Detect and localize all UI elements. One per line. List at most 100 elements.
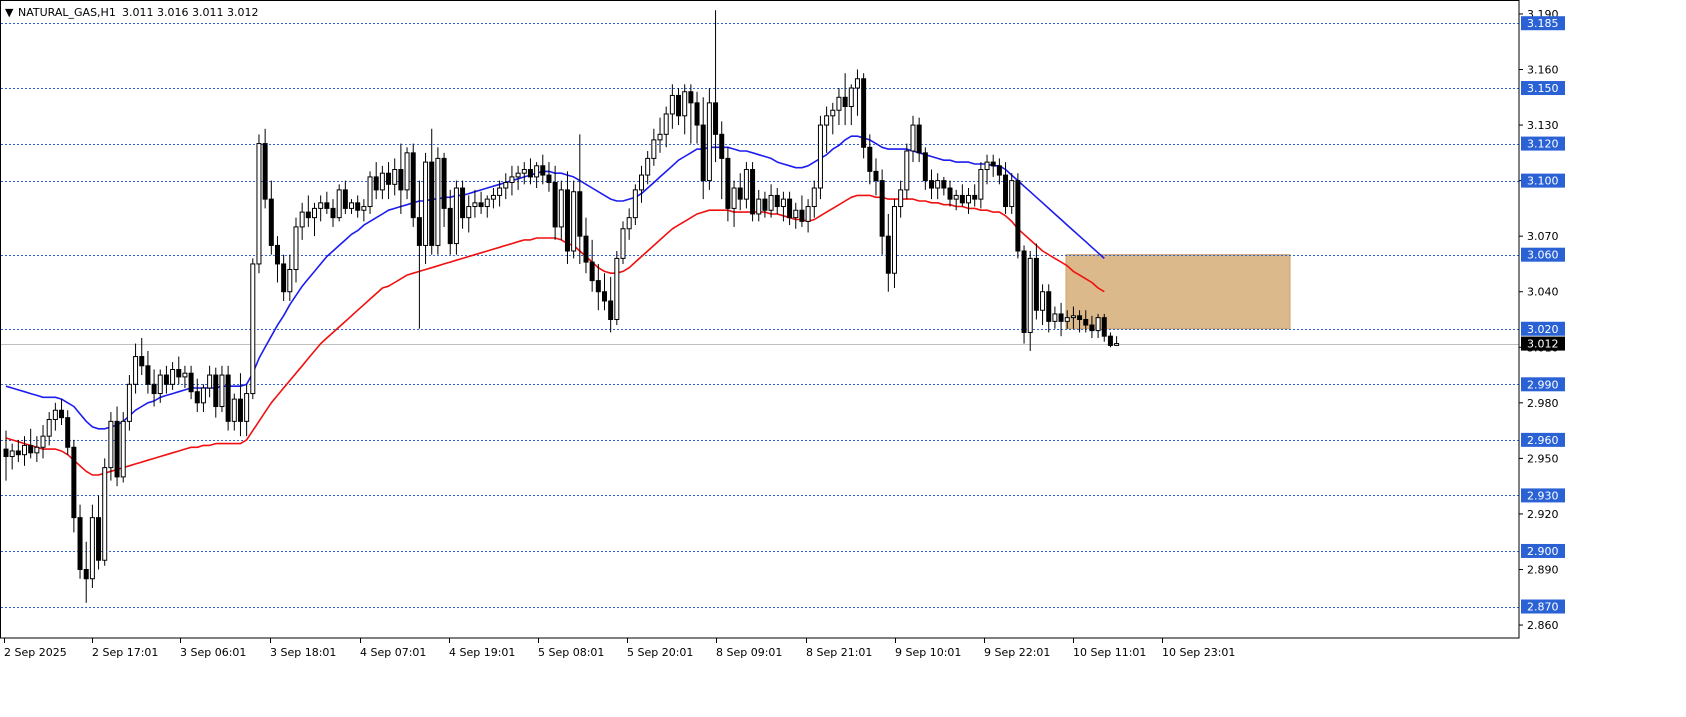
candle-body xyxy=(614,257,620,321)
level-label-text: 3.185 xyxy=(1527,17,1559,30)
candle-body xyxy=(497,187,503,196)
x-tick-label: 5 Sep 20:01 xyxy=(627,646,693,659)
candle-body xyxy=(898,189,904,208)
candle-body xyxy=(861,78,867,148)
level-label: 2.960 xyxy=(1521,432,1565,447)
candle xyxy=(410,143,416,227)
candle-body xyxy=(96,517,102,561)
candle-body xyxy=(626,217,632,230)
candle-body xyxy=(1033,257,1039,311)
x-tick-label: 3 Sep 18:01 xyxy=(270,646,336,659)
candle-body xyxy=(410,152,416,219)
candle-body xyxy=(1027,257,1033,333)
x-tick-label: 2 Sep 2025 xyxy=(4,646,67,659)
candle-body xyxy=(916,124,922,154)
candle xyxy=(817,115,823,200)
collapse-arrow-icon[interactable]: ▼ xyxy=(5,6,14,19)
candle-body xyxy=(361,206,367,211)
candle-body xyxy=(639,174,645,191)
candle-body xyxy=(527,169,533,178)
candle-body xyxy=(719,133,725,159)
candle-body xyxy=(620,228,626,259)
candle-body xyxy=(694,102,700,126)
y-tick-label: 2.860 xyxy=(1527,619,1559,632)
candle xyxy=(1021,245,1027,344)
candle-body xyxy=(1021,250,1027,333)
candle-body xyxy=(984,161,990,171)
candle-body xyxy=(558,189,564,228)
candle-body xyxy=(65,417,71,448)
candle-body xyxy=(207,374,213,389)
candle-body xyxy=(460,187,466,219)
level-label-text: 3.150 xyxy=(1527,82,1559,95)
candle-body xyxy=(114,420,120,478)
candle-body xyxy=(762,198,768,211)
candle-body xyxy=(577,191,583,237)
candle xyxy=(861,73,867,159)
candle-body xyxy=(1107,335,1113,346)
candle-body xyxy=(15,450,21,456)
candle-body xyxy=(1058,313,1064,322)
candle-body xyxy=(688,91,694,104)
candle-body xyxy=(1114,343,1120,346)
candle-body xyxy=(46,418,52,437)
ohlc-values: 3.011 3.016 3.011 3.012 xyxy=(122,6,258,19)
candle-body xyxy=(336,189,342,219)
level-label-text: 2.870 xyxy=(1527,601,1559,614)
candle-body xyxy=(756,198,762,215)
current-price-label: 3.012 xyxy=(1521,336,1565,351)
candle-body xyxy=(1089,324,1095,332)
candle-body xyxy=(1064,317,1070,322)
candle-body xyxy=(256,143,262,265)
candle-body xyxy=(1095,317,1101,332)
candle-body xyxy=(608,300,614,320)
candle-body xyxy=(77,517,83,570)
candle xyxy=(1015,173,1021,259)
level-label-text: 2.960 xyxy=(1527,434,1559,447)
candle-body xyxy=(552,181,558,228)
y-tick-label: 2.950 xyxy=(1527,452,1559,465)
x-tick-label: 4 Sep 07:01 xyxy=(360,646,426,659)
level-label: 2.990 xyxy=(1521,377,1565,392)
candle-body xyxy=(1077,315,1083,320)
candle-body xyxy=(743,169,749,200)
chart-window[interactable]: 3.1903.1603.1303.1003.0703.0403.0102.980… xyxy=(0,0,1686,713)
candle-body xyxy=(1015,180,1021,252)
candle-body xyxy=(941,180,947,189)
candle-body xyxy=(848,87,854,108)
candle-body xyxy=(367,176,373,208)
candle-body xyxy=(737,187,743,200)
candle-body xyxy=(139,356,145,367)
candle xyxy=(336,184,342,222)
level-label-text: 3.060 xyxy=(1527,249,1559,262)
current-price-text: 3.012 xyxy=(1527,338,1559,351)
candle-body xyxy=(151,383,157,395)
candle-body xyxy=(447,207,453,245)
candle-body xyxy=(213,374,219,408)
y-tick-label: 3.160 xyxy=(1527,64,1559,77)
candle-body xyxy=(583,235,589,263)
candle-body xyxy=(904,150,910,191)
level-label: 3.060 xyxy=(1521,247,1565,262)
x-tick-label: 3 Sep 06:01 xyxy=(180,646,246,659)
candle-body xyxy=(392,169,398,185)
candle xyxy=(225,365,231,431)
symbol-timeframe: NATURAL_GAS,H1 xyxy=(18,6,116,19)
candlestick-chart[interactable]: 3.1903.1603.1303.1003.0703.0403.0102.980… xyxy=(0,0,1686,713)
candle-body xyxy=(330,207,336,219)
candle-body xyxy=(305,211,311,219)
candle-body xyxy=(355,202,361,211)
candle-body xyxy=(182,372,188,378)
candle-body xyxy=(484,198,490,208)
candle-body xyxy=(71,446,77,519)
candle-body xyxy=(34,446,40,454)
level-label: 2.900 xyxy=(1521,543,1565,558)
y-tick-label: 3.040 xyxy=(1527,286,1559,299)
candle xyxy=(614,250,620,326)
candle-body xyxy=(953,194,959,200)
candle-body xyxy=(262,143,268,200)
candle xyxy=(102,458,108,566)
candle-body xyxy=(472,202,478,208)
candle-body xyxy=(990,161,996,167)
candle-body xyxy=(22,444,28,456)
